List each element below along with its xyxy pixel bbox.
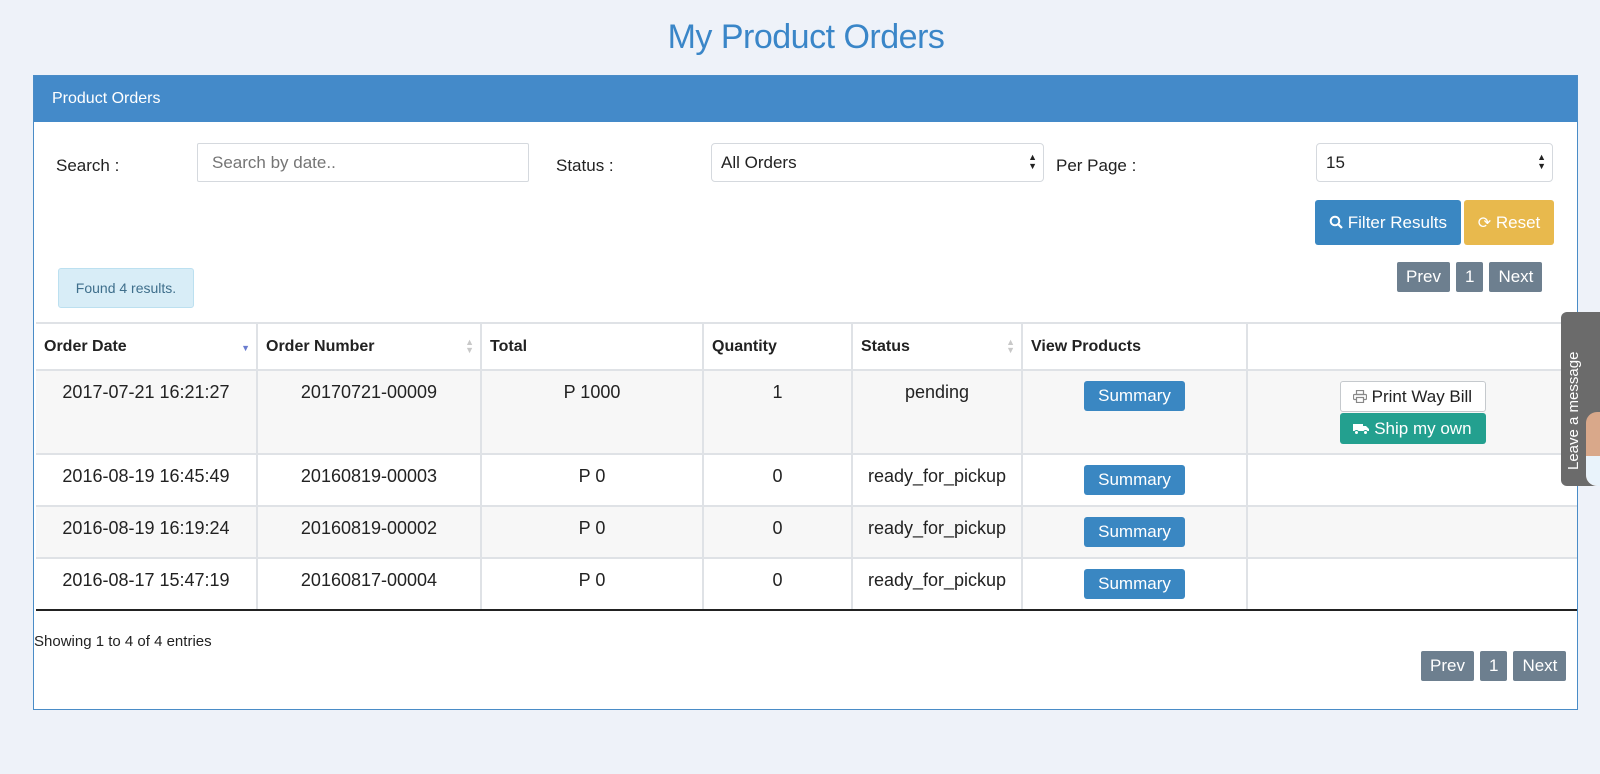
- filter-results-label: Filter Results: [1347, 213, 1447, 232]
- printer-icon: [1352, 389, 1368, 404]
- view-products-cell: Summary: [1021, 557, 1248, 611]
- order-date-cell: 2016-08-17 15:47:19: [36, 557, 258, 611]
- view-products-cell: Summary: [1021, 369, 1248, 455]
- entries-info: Showing 1 to 4 of 4 entries: [34, 633, 212, 650]
- summary-button[interactable]: Summary: [1084, 569, 1185, 599]
- summary-button[interactable]: Summary: [1084, 465, 1185, 495]
- status-select[interactable]: All Orders ▲ ▼: [711, 143, 1044, 182]
- leave-message-label: Leave a message: [1565, 351, 1582, 470]
- orders-table: Order Date ▼ Order Number ▲ ▼ Total Quantit…: [36, 322, 1577, 611]
- quantity-cell: 0: [702, 453, 853, 507]
- ship-my-own-label: Ship my own: [1374, 419, 1472, 438]
- per-page-label: Per Page :: [1056, 156, 1137, 175]
- select-arrows-icon: ▲ ▼: [1537, 152, 1546, 171]
- table-row: 2016-08-19 16:45:49 20160819-00003 P 0 0…: [36, 453, 1577, 507]
- header-order-date[interactable]: Order Date ▼: [36, 322, 258, 371]
- print-way-bill-button[interactable]: Print Way Bill: [1339, 381, 1486, 412]
- table-row: 2017-07-21 16:21:27 20170721-00009 P 100…: [36, 369, 1577, 455]
- header-total: Total: [480, 322, 704, 371]
- pagination-top: Prev 1 Next: [1397, 262, 1543, 292]
- order-number-cell: 20160817-00004: [256, 557, 482, 611]
- actions-cell: [1246, 557, 1577, 611]
- order-date-cell: 2017-07-21 16:21:27: [36, 369, 258, 455]
- table-header-row: Order Date ▼ Order Number ▲ ▼ Total Quantit…: [36, 322, 1577, 371]
- order-number-cell: 20160819-00003: [256, 453, 482, 507]
- order-number-cell: 20170721-00009: [256, 369, 482, 455]
- sort-desc-icon: ▼: [241, 343, 250, 353]
- product-orders-panel: Product Orders Search : Status : All Ord…: [33, 75, 1578, 710]
- panel-heading: Product Orders: [34, 76, 1577, 122]
- quantity-cell: 0: [702, 505, 853, 559]
- total-cell: P 0: [480, 453, 704, 507]
- summary-button[interactable]: Summary: [1084, 381, 1185, 411]
- prev-page-button[interactable]: Prev: [1421, 651, 1474, 681]
- filter-results-button[interactable]: Filter Results: [1315, 200, 1461, 245]
- next-page-button[interactable]: Next: [1489, 262, 1543, 292]
- view-products-cell: Summary: [1021, 453, 1248, 507]
- actions-cell: Print Way Bill Ship my own: [1246, 369, 1577, 455]
- summary-button[interactable]: Summary: [1084, 517, 1185, 547]
- select-arrows-icon: ▲ ▼: [1028, 152, 1037, 171]
- total-cell: P 0: [480, 557, 704, 611]
- ship-my-own-button[interactable]: Ship my own: [1339, 413, 1486, 444]
- page-title: My Product Orders: [667, 18, 945, 56]
- status-cell: ready_for_pickup: [851, 557, 1023, 611]
- sort-icon: ▲ ▼: [465, 337, 474, 355]
- refresh-icon: ⟳: [1477, 215, 1492, 232]
- search-icon: [1329, 215, 1343, 229]
- prev-page-button[interactable]: Prev: [1397, 262, 1450, 292]
- page-1-button[interactable]: 1: [1479, 651, 1508, 681]
- status-cell: pending: [851, 369, 1023, 455]
- per-page-select[interactable]: 15 ▲ ▼: [1316, 143, 1553, 182]
- search-label: Search :: [56, 156, 120, 175]
- header-order-number[interactable]: Order Number ▲ ▼: [256, 322, 482, 371]
- header-actions: [1246, 322, 1577, 371]
- support-avatar: [1586, 412, 1600, 486]
- actions-cell: [1246, 505, 1577, 559]
- total-cell: P 1000: [480, 369, 704, 455]
- page-1-button[interactable]: 1: [1455, 262, 1484, 292]
- results-count-alert: Found 4 results.: [58, 268, 194, 308]
- order-date-cell: 2016-08-19 16:45:49: [36, 453, 258, 507]
- quantity-cell: 1: [702, 369, 853, 455]
- quantity-cell: 0: [702, 557, 853, 611]
- print-way-bill-label: Print Way Bill: [1371, 387, 1473, 406]
- table-row: 2016-08-19 16:19:24 20160819-00002 P 0 0…: [36, 505, 1577, 559]
- reset-label: Reset: [1495, 213, 1541, 232]
- view-products-cell: Summary: [1021, 505, 1248, 559]
- order-date-cell: 2016-08-19 16:19:24: [36, 505, 258, 559]
- truck-icon: [1353, 424, 1370, 435]
- order-number-cell: 20160819-00002: [256, 505, 482, 559]
- search-input[interactable]: [197, 143, 529, 182]
- status-cell: ready_for_pickup: [851, 505, 1023, 559]
- status-select-value: All Orders: [721, 153, 797, 172]
- status-cell: ready_for_pickup: [851, 453, 1023, 507]
- header-quantity: Quantity: [702, 322, 853, 371]
- header-view-products: View Products: [1021, 322, 1248, 371]
- header-status[interactable]: Status ▲ ▼: [851, 322, 1023, 371]
- actions-cell: [1246, 453, 1577, 507]
- table-row: 2016-08-17 15:47:19 20160817-00004 P 0 0…: [36, 557, 1577, 611]
- reset-button[interactable]: ⟳ Reset: [1464, 200, 1554, 245]
- status-label: Status :: [556, 156, 614, 175]
- per-page-select-value: 15: [1326, 153, 1345, 172]
- sort-icon: ▲ ▼: [1006, 337, 1015, 355]
- pagination-bottom: Prev 1 Next: [1421, 651, 1567, 681]
- total-cell: P 0: [480, 505, 704, 559]
- next-page-button[interactable]: Next: [1513, 651, 1567, 681]
